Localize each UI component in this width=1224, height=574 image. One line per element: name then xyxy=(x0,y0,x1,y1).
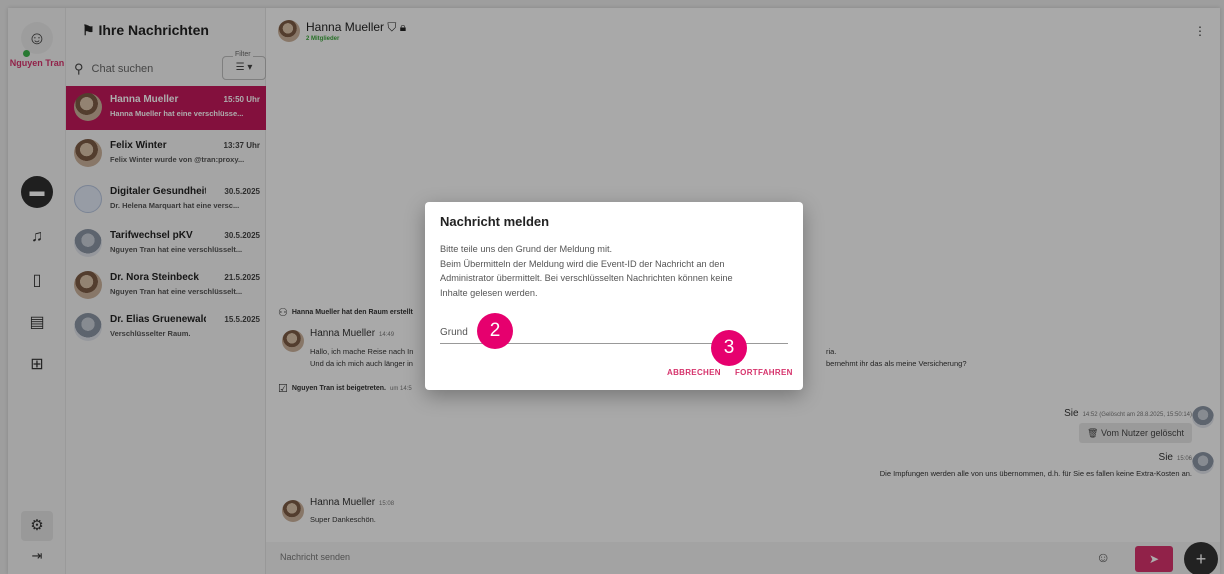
annotation-badge: 2 xyxy=(477,313,513,349)
report-dialog: Nachricht melden Bitte teile uns den Gru… xyxy=(425,202,803,390)
dialog-title: Nachricht melden xyxy=(440,214,550,229)
confirm-button[interactable]: FORTFAHREN xyxy=(735,368,793,377)
dialog-text-line: Bitte teile uns den Grund der Meldung mi… xyxy=(440,244,613,254)
reason-field-label: Grund xyxy=(440,327,468,338)
annotation-badge: 3 xyxy=(711,330,747,366)
dialog-text-line: Inhalte gelesen werden. xyxy=(440,287,538,298)
dialog-text-line: Beim Übermitteln der Meldung wird die Ev… xyxy=(440,258,725,269)
cancel-button[interactable]: ABBRECHEN xyxy=(667,368,721,377)
dialog-text-line: Administrator übermittelt. Bei verschlüs… xyxy=(440,273,733,283)
dialog-body: Bitte teile uns den Grund der Meldung mi… xyxy=(440,242,790,300)
